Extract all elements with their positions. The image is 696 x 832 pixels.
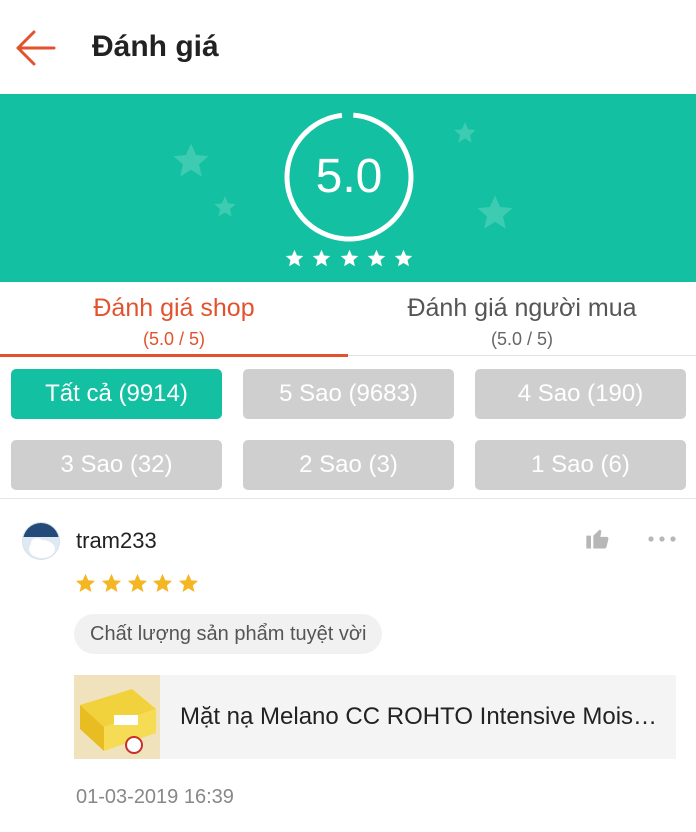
star-icon xyxy=(178,573,199,593)
rating-filters: Tất cả (9914) 5 Sao (9683) 4 Sao (190) 3… xyxy=(0,357,696,499)
review-tag: Chất lượng sản phẩm tuyệt vời xyxy=(74,614,383,654)
app-header: Đánh giá xyxy=(0,0,696,94)
product-image xyxy=(74,675,160,759)
product-name: Mặt nạ Melano CC ROHTO Intensive Moistur… xyxy=(180,703,662,730)
decorative-star-icon xyxy=(214,196,236,217)
tab-label: Đánh giá shop xyxy=(93,294,255,322)
star-icon xyxy=(394,249,413,267)
tab-score: (5.0 / 5) xyxy=(142,329,206,349)
avatar-image xyxy=(23,523,59,559)
decorative-star-icon xyxy=(454,122,476,143)
tab-buyer-rating[interactable]: Đánh giá người mua (5.0 / 5) xyxy=(348,282,696,356)
tab-shop-rating[interactable]: Đánh giá shop (5.0 / 5) xyxy=(0,282,348,357)
filter-1-star[interactable]: 1 Sao (6) xyxy=(475,440,686,490)
star-icon xyxy=(101,573,121,593)
decorative-star-icon xyxy=(173,143,209,177)
arrow-left-icon[interactable] xyxy=(14,28,58,68)
thumbs-up-icon[interactable] xyxy=(584,524,612,552)
more-options-icon[interactable] xyxy=(646,534,678,544)
filter-3-star[interactable]: 3 Sao (32) xyxy=(11,440,222,490)
product-thumbnail xyxy=(74,675,160,759)
avatar[interactable] xyxy=(22,522,60,560)
page-title: Đánh giá xyxy=(92,30,219,63)
rating-tabs: Đánh giá shop (5.0 / 5) Đánh giá người m… xyxy=(0,282,696,357)
review-date: 01-03-2019 16:39 xyxy=(76,786,234,808)
filter-2-star[interactable]: 2 Sao (3) xyxy=(243,440,454,490)
star-icon xyxy=(127,573,147,593)
star-icon xyxy=(367,249,385,267)
overall-star-rating xyxy=(284,248,414,272)
reviewer-name[interactable]: tram233 xyxy=(76,528,157,554)
star-icon xyxy=(340,249,358,267)
decorative-star-icon xyxy=(477,195,513,229)
tab-score: (5.0 / 5) xyxy=(490,329,554,349)
tab-label: Đánh giá người mua xyxy=(407,294,637,322)
overall-score: 5.0 xyxy=(315,150,383,203)
star-icon xyxy=(153,573,173,593)
rating-summary-banner: 5.0 xyxy=(0,94,696,282)
star-icon xyxy=(285,249,304,267)
filter-all[interactable]: Tất cả (9914) xyxy=(11,369,222,419)
review-star-rating xyxy=(74,572,200,596)
product-card[interactable]: Mặt nạ Melano CC ROHTO Intensive Moistur… xyxy=(74,675,676,759)
star-icon xyxy=(75,573,96,593)
star-icon xyxy=(313,249,331,267)
filter-4-star[interactable]: 4 Sao (190) xyxy=(475,369,686,419)
filter-5-star[interactable]: 5 Sao (9683) xyxy=(243,369,454,419)
review-item: tram233 Chất lượng sản phẩm tuyệt vời Mặ… xyxy=(0,500,696,832)
